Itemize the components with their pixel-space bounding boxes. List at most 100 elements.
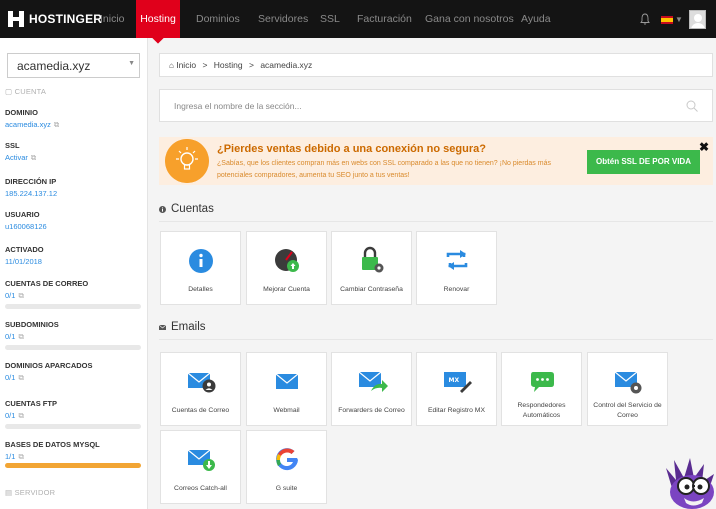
value-ssl-activar[interactable]: Activar ⧉ <box>5 153 36 163</box>
value-dominios-aparcados-text: 0/1 <box>5 373 16 382</box>
domain-select-value: acamedia.xyz <box>17 59 91 73</box>
label-cuentas-correo: CUENTAS DE CORREO <box>5 279 89 288</box>
label-cuentas-ftp: CUENTAS FTP <box>5 399 57 408</box>
external-link-icon: ⧉ <box>18 373 24 382</box>
nav-dominios[interactable]: Dominios <box>196 0 240 38</box>
brand-logo[interactable]: HOSTINGER <box>8 11 102 27</box>
speedometer-upgrade-icon <box>274 249 299 272</box>
tile-webmail[interactable]: Webmail <box>246 352 327 426</box>
usage-bar-correo <box>5 304 141 309</box>
spain-flag-icon[interactable] <box>661 16 673 24</box>
mail-icon <box>275 373 298 389</box>
breadcrumb: ⌂ Inicio > Hosting > acamedia.xyz <box>159 53 713 77</box>
section-cuentas-label: Cuentas <box>171 203 214 215</box>
tile-correos-catch-all[interactable]: Correos Catch-all <box>160 430 241 504</box>
value-dominio-text: acamedia.xyz <box>5 120 51 129</box>
tile-detalles[interactable]: Detalles <box>160 231 241 305</box>
auto-reply-icon <box>530 372 554 392</box>
value-dominios-aparcados[interactable]: 0/1 ⧉ <box>5 373 24 383</box>
tile-label: Correos Catch-all <box>174 485 227 492</box>
hostinger-logo-icon <box>8 11 24 27</box>
external-link-icon: ⧉ <box>18 411 24 420</box>
section-cuenta: ▢ CUENTA <box>5 87 46 96</box>
bell-icon[interactable] <box>640 13 650 25</box>
nav-hosting-label: Hosting <box>140 13 176 25</box>
server-icon: ▤ <box>5 488 13 497</box>
value-dominio[interactable]: acamedia.xyz ⧉ <box>5 120 59 130</box>
chevron-down-icon[interactable]: ▼ <box>675 15 683 24</box>
label-dominio: DOMINIO <box>5 108 38 117</box>
home-icon: ⌂ <box>169 61 174 70</box>
breadcrumb-current: acamedia.xyz <box>260 60 313 70</box>
label-ssl: SSL <box>5 141 20 150</box>
breadcrumb-inicio[interactable]: Inicio <box>176 60 196 70</box>
tile-label: G suite <box>275 485 298 492</box>
label-dominios-aparcados: DOMINIOS APARCADOS <box>5 361 93 370</box>
value-ip: 185.224.137.12 <box>5 189 58 198</box>
value-cuentas-correo-text: 0/1 <box>5 291 16 300</box>
get-ssl-button[interactable]: Obtén SSL DE POR VIDA <box>587 150 700 174</box>
mail-download-icon <box>187 449 215 471</box>
svg-text:MX: MX <box>448 377 459 384</box>
external-link-icon: ⧉ <box>18 332 24 341</box>
usage-bar-subdominios <box>5 345 141 350</box>
close-banner-icon[interactable]: ✖ <box>699 140 709 154</box>
tile-mejorar-cuenta[interactable]: Mejorar Cuenta <box>246 231 327 305</box>
sidebar: acamedia.xyz ▼ ▢ CUENTA DOMINIO acamedia… <box>0 38 148 509</box>
nav-ssl[interactable]: SSL <box>320 0 340 38</box>
value-bases-datos-mysql-text: 1/1 <box>5 452 16 461</box>
value-ssl-text: Activar <box>5 153 28 162</box>
label-activado: ACTIVADO <box>5 245 44 254</box>
tile-forwarders-de-correo[interactable]: Forwarders de Correo <box>331 352 412 426</box>
nav-hosting[interactable]: Hosting <box>136 0 180 44</box>
section-search-input[interactable]: Ingresa el nombre de la sección... <box>159 89 713 122</box>
search-icon[interactable] <box>686 100 698 112</box>
domain-select[interactable]: acamedia.xyz ▼ <box>7 53 140 78</box>
tile-respondedores-automaticos[interactable]: Respondedores Automáticos <box>501 352 582 426</box>
nav-servidores[interactable]: Servidores <box>258 0 308 38</box>
tile-control-servicio-correo[interactable]: Control del Servicio de Correo <box>587 352 668 426</box>
nav-ayuda[interactable]: Ayuda <box>521 0 551 38</box>
tile-cuentas-de-correo[interactable]: Cuentas de Correo <box>160 352 241 426</box>
label-subdominios: SUBDOMINIOS <box>5 320 59 329</box>
nav-inicio[interactable]: Inicio <box>100 0 125 38</box>
label-bases-datos-mysql: BASES DE DATOS MYSQL <box>5 440 100 449</box>
nav-gana-con-nosotros[interactable]: Gana con nosotros <box>425 0 514 38</box>
bookmark-icon: ▢ <box>5 87 13 96</box>
mail-settings-icon <box>614 371 641 394</box>
tile-label: Cambiar Contraseña <box>340 286 403 293</box>
avatar[interactable] <box>689 10 706 29</box>
tile-g-suite[interactable]: G suite <box>246 430 327 504</box>
tile-label: Forwarders de Correo <box>338 407 405 414</box>
breadcrumb-hosting[interactable]: Hosting <box>214 60 243 70</box>
tile-renovar[interactable]: Renovar <box>416 231 497 305</box>
info-circle-icon <box>159 205 166 213</box>
value-subdominios-text: 0/1 <box>5 332 16 341</box>
external-link-icon: ⧉ <box>53 120 60 129</box>
value-cuentas-correo[interactable]: 0/1 ⧉ <box>5 291 24 301</box>
google-icon <box>275 448 298 471</box>
label-usuario: USUARIO <box>5 210 40 219</box>
search-placeholder: Ingresa el nombre de la sección... <box>174 101 302 111</box>
tile-label: Renovar <box>443 286 470 293</box>
banner-title: ¿Pierdes ventas debido a una conexión no… <box>217 143 486 155</box>
usage-bar-mysql <box>5 463 141 468</box>
section-divider <box>159 221 713 222</box>
brand-name: HOSTINGER <box>29 12 103 26</box>
lock-gear-icon <box>361 246 383 273</box>
tile-editar-registro-mx[interactable]: MX Editar Registro MX <box>416 352 497 426</box>
tile-label: Mejorar Cuenta <box>263 286 310 293</box>
value-usuario: u160068126 <box>5 222 47 231</box>
tile-label: Editar Registro MX <box>427 407 486 414</box>
section-servidor-label: SERVIDOR <box>14 488 56 497</box>
tile-label: Control del Servicio de Correo <box>593 402 662 419</box>
value-cuentas-ftp[interactable]: 0/1 ⧉ <box>5 411 24 421</box>
external-link-icon: ⧉ <box>18 291 24 300</box>
section-cuenta-label: CUENTA <box>14 87 47 96</box>
tile-cambiar-contrasena[interactable]: Cambiar Contraseña <box>331 231 412 305</box>
chat-mascot-icon[interactable] <box>662 438 716 509</box>
value-subdominios[interactable]: 0/1 ⧉ <box>5 332 24 342</box>
value-bases-datos-mysql[interactable]: 1/1 ⧉ <box>5 452 24 462</box>
external-link-icon: ⧉ <box>30 153 37 162</box>
nav-facturacion[interactable]: Facturación <box>357 0 412 38</box>
